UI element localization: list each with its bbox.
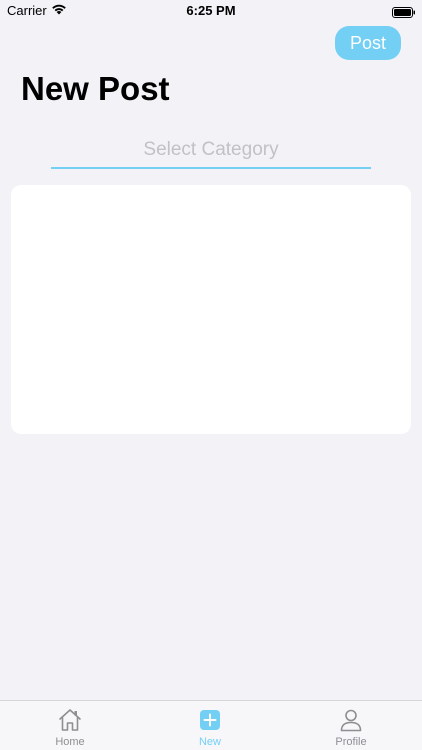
tab-home[interactable]: Home xyxy=(30,707,110,748)
status-bar: Carrier 6:25 PM xyxy=(0,0,422,22)
person-icon xyxy=(338,707,364,733)
battery-icon xyxy=(392,5,415,18)
select-category-field[interactable]: Select Category xyxy=(51,133,371,169)
tab-profile[interactable]: Profile xyxy=(311,707,391,748)
post-button[interactable]: Post xyxy=(335,26,401,60)
page-title: New Post xyxy=(21,70,170,107)
tab-new[interactable]: New xyxy=(170,707,250,748)
tab-profile-label: Profile xyxy=(335,736,367,748)
tab-bar: Home New Profile xyxy=(0,700,422,750)
status-time: 6:25 PM xyxy=(186,3,236,18)
home-icon xyxy=(57,707,83,733)
plus-square-icon xyxy=(197,707,223,733)
post-content-area[interactable] xyxy=(11,185,411,434)
tab-home-label: Home xyxy=(55,736,85,748)
tab-new-label: New xyxy=(198,736,221,748)
category-placeholder: Select Category xyxy=(143,139,279,160)
